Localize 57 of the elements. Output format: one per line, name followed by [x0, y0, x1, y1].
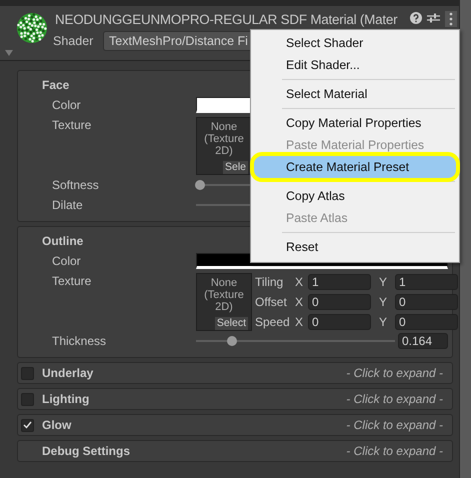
section-title[interactable]: Glow: [42, 418, 72, 432]
property-label: Thickness: [51, 333, 108, 350]
scrollbar[interactable]: [459, 0, 471, 478]
number-field[interactable]: 1: [308, 274, 371, 290]
section-title: Outline: [42, 234, 84, 248]
help-icon[interactable]: [410, 12, 422, 26]
more-options-icon[interactable]: [445, 11, 457, 27]
shader-label: Shader: [53, 34, 94, 48]
axis-label: Y: [379, 274, 388, 288]
section-title[interactable]: Lighting: [42, 392, 90, 406]
property-label: Softness: [51, 177, 100, 194]
slider-thumb[interactable]: [194, 180, 205, 190]
expand-hint[interactable]: - Click to expand -: [346, 418, 443, 432]
slider-thumb[interactable]: [226, 336, 237, 346]
menu-item[interactable]: Copy Atlas: [253, 185, 457, 207]
property-label: Dilate: [51, 197, 84, 214]
material-title: NEODUNGGEUNMOPRO-REGULAR SDF Material (Mater: [55, 12, 398, 26]
axis-label: X: [295, 294, 304, 308]
property-label: Texture: [51, 273, 92, 290]
texture-name: None (Texture 2D): [203, 277, 245, 313]
checkbox[interactable]: [21, 366, 34, 380]
menu-item[interactable]: Copy Material Properties: [253, 112, 457, 134]
menu-item[interactable]: Select Shader: [253, 32, 457, 54]
shader-dropdown[interactable]: TextMeshPro/Distance Fi: [103, 31, 250, 51]
property-label: Color: [51, 253, 82, 270]
checkbox[interactable]: [21, 392, 34, 406]
number-field[interactable]: 0: [395, 314, 458, 330]
expand-hint[interactable]: - Click to expand -: [346, 444, 443, 458]
axis-label: Y: [379, 314, 388, 328]
section-title[interactable]: Debug Settings: [42, 444, 130, 458]
texture-slot[interactable]: None (Texture 2D) Sele: [196, 117, 252, 175]
number-field[interactable]: 1: [395, 274, 458, 290]
axis-label: X: [295, 274, 304, 288]
vector-label: Offset: [255, 294, 288, 308]
section-title: Face: [42, 78, 70, 92]
texture-name: None (Texture 2D): [203, 121, 245, 157]
axis-label: X: [295, 314, 304, 328]
select-button[interactable]: Sele: [222, 161, 248, 174]
menu-item[interactable]: Select Material: [253, 83, 457, 105]
number-field[interactable]: 0: [395, 294, 458, 310]
menu-item[interactable]: Create Material Preset: [253, 156, 457, 178]
select-button[interactable]: Select: [214, 317, 248, 330]
checkbox[interactable]: [21, 418, 34, 432]
property-label: Color: [51, 97, 82, 114]
number-field[interactable]: 0: [308, 314, 371, 330]
texture-slot[interactable]: None (Texture 2D) Select: [196, 273, 252, 331]
axis-label: Y: [379, 294, 388, 308]
menu-item[interactable]: Edit Shader...: [253, 54, 457, 76]
number-field[interactable]: 0: [308, 294, 371, 310]
menu-item[interactable]: Reset: [253, 236, 457, 258]
vector-label: Tiling: [255, 274, 284, 288]
vector-label: Speed: [255, 314, 291, 328]
section-title[interactable]: Underlay: [42, 366, 94, 380]
property-label: Texture: [51, 117, 92, 134]
number-field[interactable]: 0.164: [398, 333, 448, 349]
expand-hint[interactable]: - Click to expand -: [346, 392, 443, 406]
expand-hint[interactable]: - Click to expand -: [346, 366, 443, 380]
